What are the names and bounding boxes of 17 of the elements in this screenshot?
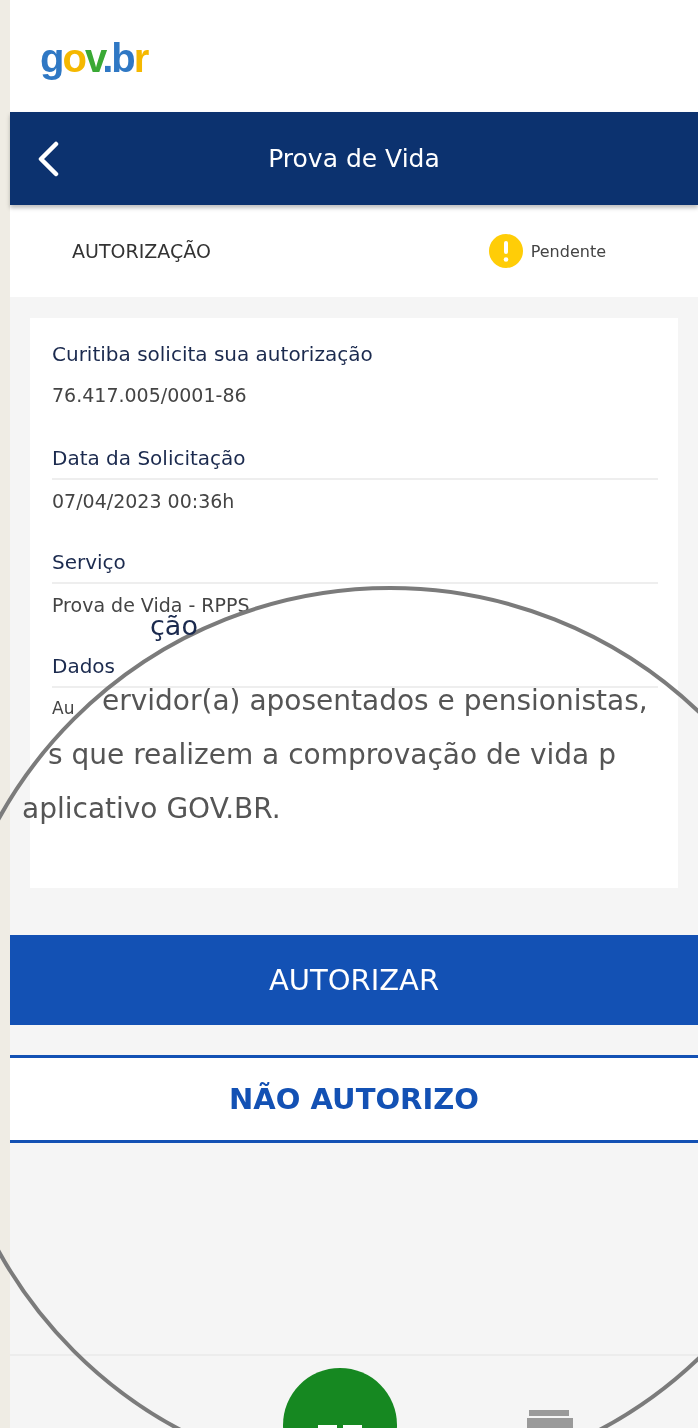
field-value: 76.417.005/0001-86 [52, 383, 248, 406]
field-label: Dados [52, 652, 658, 688]
authorize-button[interactable]: AUTORIZAR [10, 935, 698, 1025]
field-label: Serviço [52, 548, 658, 584]
field-label: Data da Solicitação [52, 444, 658, 480]
field-value: 07/04/2023 00:36h [52, 489, 236, 512]
back-chevron-icon[interactable] [36, 140, 60, 177]
gov-logo: gov.br [40, 34, 148, 81]
field-value: Prova de Vida - RPPS [52, 593, 251, 616]
magnified-text: s que realizem a comprovação de vida p [48, 738, 616, 771]
covered-text: Au [52, 698, 75, 718]
status-text: Pendente [530, 241, 606, 261]
decline-button[interactable]: NÃO AUTORIZO [10, 1055, 698, 1143]
magnified-text: aplicativo GOV.BR. [22, 792, 281, 825]
screen-title: Prova de Vida [267, 144, 441, 173]
field-label: Curitiba solicita sua autorização [52, 341, 374, 368]
section-label: AUTORIZAÇÃO [72, 240, 212, 262]
